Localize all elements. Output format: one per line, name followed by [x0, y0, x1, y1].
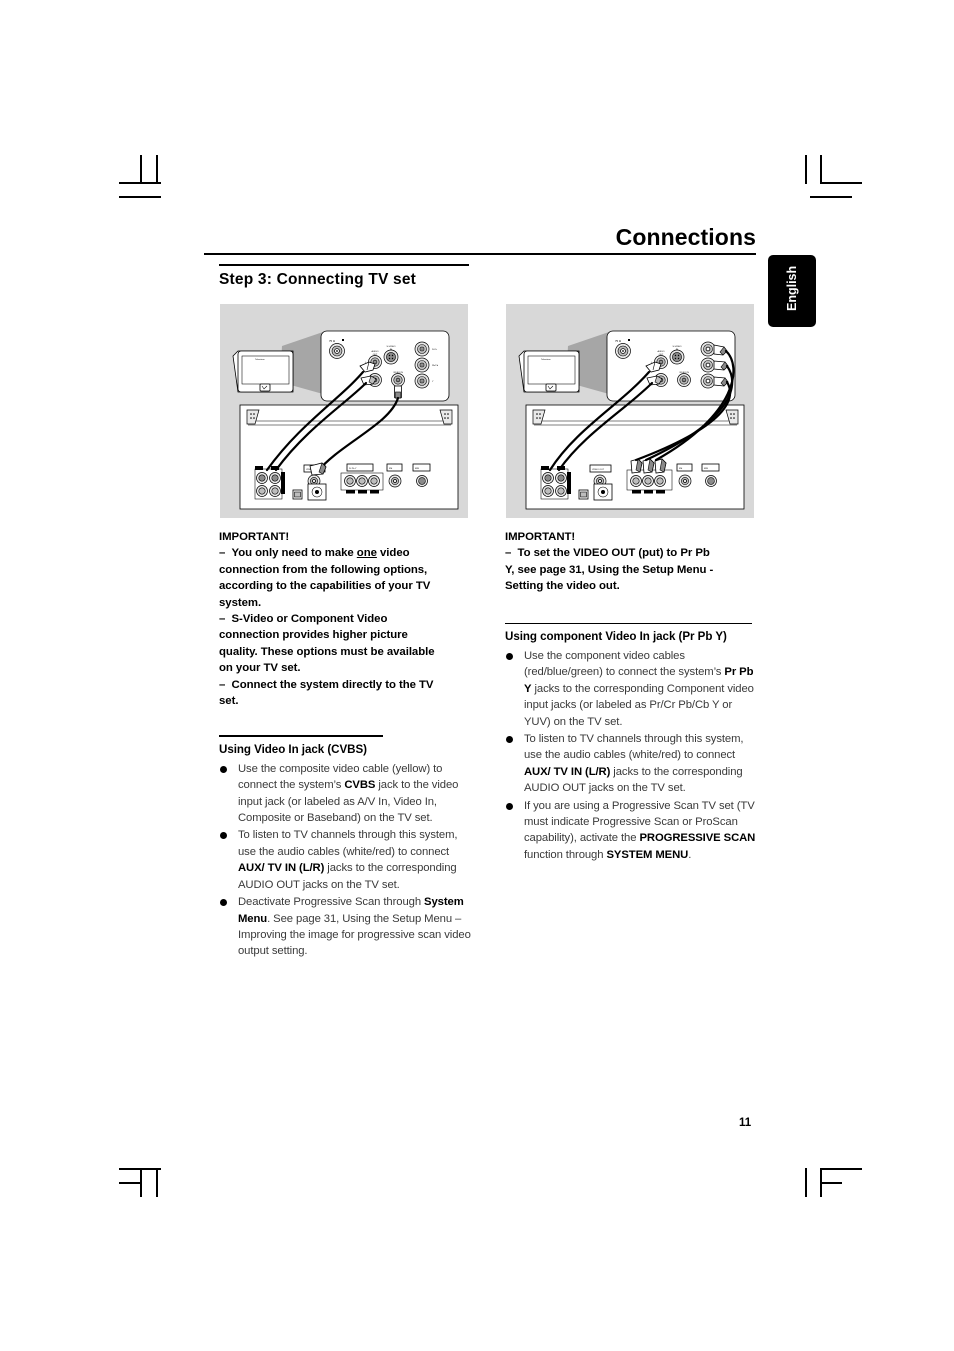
important-line: Y, see page 31, Using the Setup Menu - — [505, 563, 714, 576]
important-line: connection from the following options, — [219, 563, 428, 576]
figure-cvbs-connection: .ln { fill:none; stroke:#000; stroke-wid… — [220, 304, 468, 518]
video-in-jack — [677, 373, 691, 387]
list-item-text: Use the component video cables (red/blue… — [524, 650, 754, 728]
svg-text:S-VIDEO: S-VIDEO — [387, 346, 396, 348]
crop-mark-top-left-h2 — [119, 196, 161, 198]
important-notice-left: IMPORTANT! – You only need to make one v… — [219, 529, 472, 709]
list-item-text: Use the composite video cable (yellow) t… — [238, 762, 459, 825]
figure-component-connection: .ln2 { fill:none; stroke:#000; stroke-wi… — [506, 304, 754, 518]
list-item-text: To listen to TV channels through this sy… — [238, 829, 458, 891]
svg-text:S-VIDEO: S-VIDEO — [673, 346, 682, 348]
language-tab-label: English — [785, 265, 799, 311]
bullet-dot-icon — [220, 765, 227, 773]
section-divider-left — [219, 735, 383, 737]
important-line: set. — [219, 695, 239, 708]
bullet-dot-icon — [220, 899, 227, 907]
crop-mark-top-left-v — [140, 155, 142, 184]
component-y-jack — [700, 373, 716, 389]
list-item-text: If you are using a Progressive Scan TV s… — [524, 799, 756, 861]
step-heading: Step 3: Connecting TV set — [219, 271, 417, 288]
list-item-text: Deactivate Progressive Scan through Syst… — [238, 896, 471, 958]
important-line: – Connect the system directly to the TV — [219, 678, 434, 691]
tv-set-illustration: Television — [518, 350, 580, 393]
svg-text:75 Ω: 75 Ω — [329, 339, 335, 343]
section-divider-right — [505, 622, 752, 625]
scart-connector — [292, 489, 303, 500]
antenna-jack — [615, 343, 631, 359]
svg-text:Pb/Cb: Pb/Cb — [432, 365, 439, 367]
left-text-column: IMPORTANT! – You only need to make one v… — [219, 529, 472, 961]
language-tab-english: English — [768, 255, 816, 327]
svg-text:FM: FM — [679, 468, 682, 470]
tv-rear-panel: 75 Ω S-VIDEO IN AUDIO OUT L — [606, 330, 736, 402]
crop-mark-top-right-v2 — [820, 155, 822, 184]
crop-mark-bottom-right-v — [805, 1168, 807, 1197]
bullet-list-cvbs: Use the composite video cable (yellow) t… — [219, 761, 472, 960]
bullet-dot-icon — [506, 653, 513, 661]
svg-text:AUDIO: AUDIO — [658, 350, 665, 353]
page-title: Connections — [615, 224, 756, 250]
page-number: 11 — [739, 1117, 752, 1129]
list-item: To listen to TV channels through this sy… — [219, 827, 472, 893]
important-notice-right: IMPORTANT! – To set the VIDEO OUT (put) … — [505, 529, 758, 595]
list-item-text: To listen to TV channels through this sy… — [524, 733, 744, 795]
header-divider — [204, 253, 756, 255]
tv-rear-panel: 75 Ω S-VIDEO IN AUDIO OUT L — [320, 330, 450, 402]
component-pb-jack — [700, 357, 716, 373]
list-item: If you are using a Progressive Scan TV s… — [505, 798, 758, 864]
svg-text:FM: FM — [389, 468, 392, 470]
crop-mark-bottom-right-h2 — [820, 1182, 842, 1184]
antenna-jack — [329, 343, 345, 359]
important-label: IMPORTANT! — [219, 531, 290, 543]
tv-set-illustration: Television — [232, 350, 294, 393]
crop-mark-top-right-h — [820, 182, 862, 184]
svg-text:Television: Television — [255, 359, 265, 361]
section-heading-cvbs: Using Video In jack (CVBS) — [219, 742, 367, 756]
list-item: Use the component video cables (red/blue… — [505, 648, 758, 730]
bullet-dot-icon — [220, 832, 227, 840]
bullet-list-component: Use the component video cables (red/blue… — [505, 648, 758, 863]
bullet-dot-icon — [506, 736, 513, 744]
video-in-jack — [391, 373, 405, 387]
list-item: Deactivate Progressive Scan through Syst… — [219, 894, 472, 960]
plug-video-yellow — [394, 385, 402, 399]
step-heading-divider — [219, 264, 469, 266]
system-rear-panel: L R VIDEO OUT — [239, 404, 459, 510]
svideo-in-jack — [383, 349, 399, 365]
power-socket — [593, 483, 613, 501]
power-socket — [307, 483, 327, 501]
svg-text:AUDIO: AUDIO — [372, 350, 379, 353]
important-line: on your TV set. — [219, 662, 301, 675]
list-item: Use the composite video cable (yellow) t… — [219, 761, 472, 827]
crop-mark-top-left-v2 — [156, 155, 158, 184]
section-heading-component: Using component Video In jack (Pr Pb Y) — [505, 630, 727, 644]
important-line: connection provides higher picture — [219, 629, 408, 642]
important-line: according to the capabilities of your TV — [219, 580, 431, 593]
svg-text:Pr Pb Y: Pr Pb Y — [349, 467, 357, 470]
important-line: quality. These options must be available — [219, 645, 435, 658]
crop-mark-bottom-right-h — [820, 1168, 862, 1170]
important-line: system. — [219, 596, 262, 609]
svg-text:75 Ω: 75 Ω — [615, 339, 621, 343]
important-line: – S-Video or Component Video — [219, 613, 388, 626]
crop-mark-bottom-left-v2 — [156, 1168, 158, 1197]
list-item: To listen to TV channels through this sy… — [505, 731, 758, 797]
important-line: Setting the video out. — [505, 580, 620, 593]
scart-connector — [578, 489, 589, 500]
svg-text:VIDEO OUT: VIDEO OUT — [592, 469, 605, 471]
svideo-in-jack — [669, 349, 685, 365]
important-line: – To set the VIDEO OUT (put) to Pr Pb — [505, 547, 710, 560]
important-line: – You only need to make one video — [219, 547, 410, 560]
bullet-dot-icon — [506, 802, 513, 810]
svg-text:Television: Television — [541, 359, 551, 361]
crop-mark-bottom-left-h2 — [119, 1182, 141, 1184]
right-text-column: IMPORTANT! – To set the VIDEO OUT (put) … — [505, 529, 758, 864]
crop-mark-top-right-v — [805, 155, 807, 184]
crop-mark-top-right-h2 — [810, 196, 852, 198]
important-label: IMPORTANT! — [505, 531, 576, 543]
svg-text:Pr/Cr: Pr/Cr — [432, 348, 437, 351]
